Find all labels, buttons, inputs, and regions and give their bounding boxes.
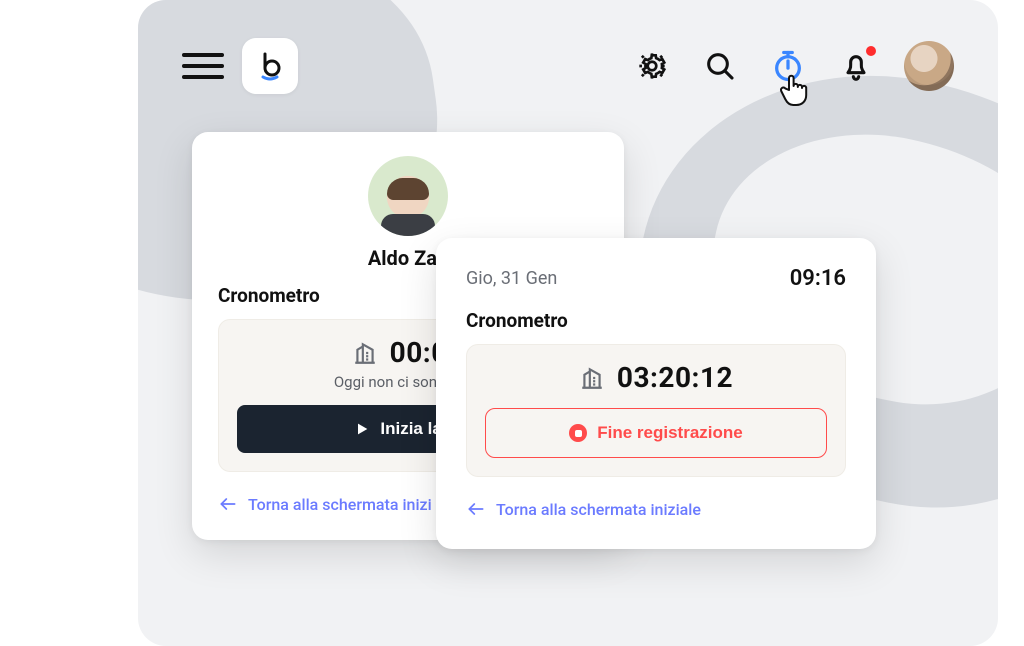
- back-link-label: Torna alla schermata iniziale: [496, 500, 701, 519]
- user-avatar[interactable]: [904, 41, 954, 91]
- timer-value: 03:20:12: [617, 361, 733, 394]
- topbar-right: [632, 41, 954, 91]
- back-link[interactable]: Torna alla schermata inizi: [218, 494, 432, 514]
- notification-badge: [864, 44, 878, 58]
- timer-panel: 03:20:12 Fine registrazione: [466, 344, 846, 477]
- play-icon: [354, 421, 370, 437]
- stopwatch-icon: [771, 49, 805, 83]
- app-canvas: Aldo Zap Cronometro 00:00 Oggi non ci so…: [138, 0, 998, 646]
- back-link[interactable]: Torna alla schermata iniziale: [466, 499, 701, 519]
- menu-button[interactable]: [182, 48, 224, 84]
- clock-label: 09:16: [790, 266, 846, 291]
- building-icon: [352, 340, 378, 366]
- app-logo[interactable]: [242, 38, 298, 94]
- stop-icon: [569, 424, 587, 442]
- back-link-label: Torna alla schermata inizi: [248, 495, 432, 514]
- topbar: [138, 0, 998, 94]
- topbar-left: [182, 38, 298, 94]
- stop-recording-button[interactable]: Fine registrazione: [485, 408, 827, 458]
- arrow-left-icon: [466, 499, 486, 519]
- timer-button[interactable]: [768, 46, 808, 86]
- gear-icon: [636, 50, 668, 82]
- date-label: Gio, 31 Gen: [466, 268, 557, 289]
- building-icon: [579, 365, 605, 391]
- logo-icon: [257, 51, 283, 81]
- search-button[interactable]: [700, 46, 740, 86]
- settings-button[interactable]: [632, 46, 672, 86]
- search-icon: [704, 50, 736, 82]
- section-title: Cronometro: [466, 309, 846, 332]
- stop-recording-label: Fine registrazione: [597, 423, 742, 443]
- profile-avatar: [368, 156, 448, 236]
- arrow-left-icon: [218, 494, 238, 514]
- date-row: Gio, 31 Gen 09:16: [466, 266, 846, 291]
- timer-card-active: Gio, 31 Gen 09:16 Cronometro 03:20:12 Fi…: [436, 238, 876, 549]
- notifications-button[interactable]: [836, 46, 876, 86]
